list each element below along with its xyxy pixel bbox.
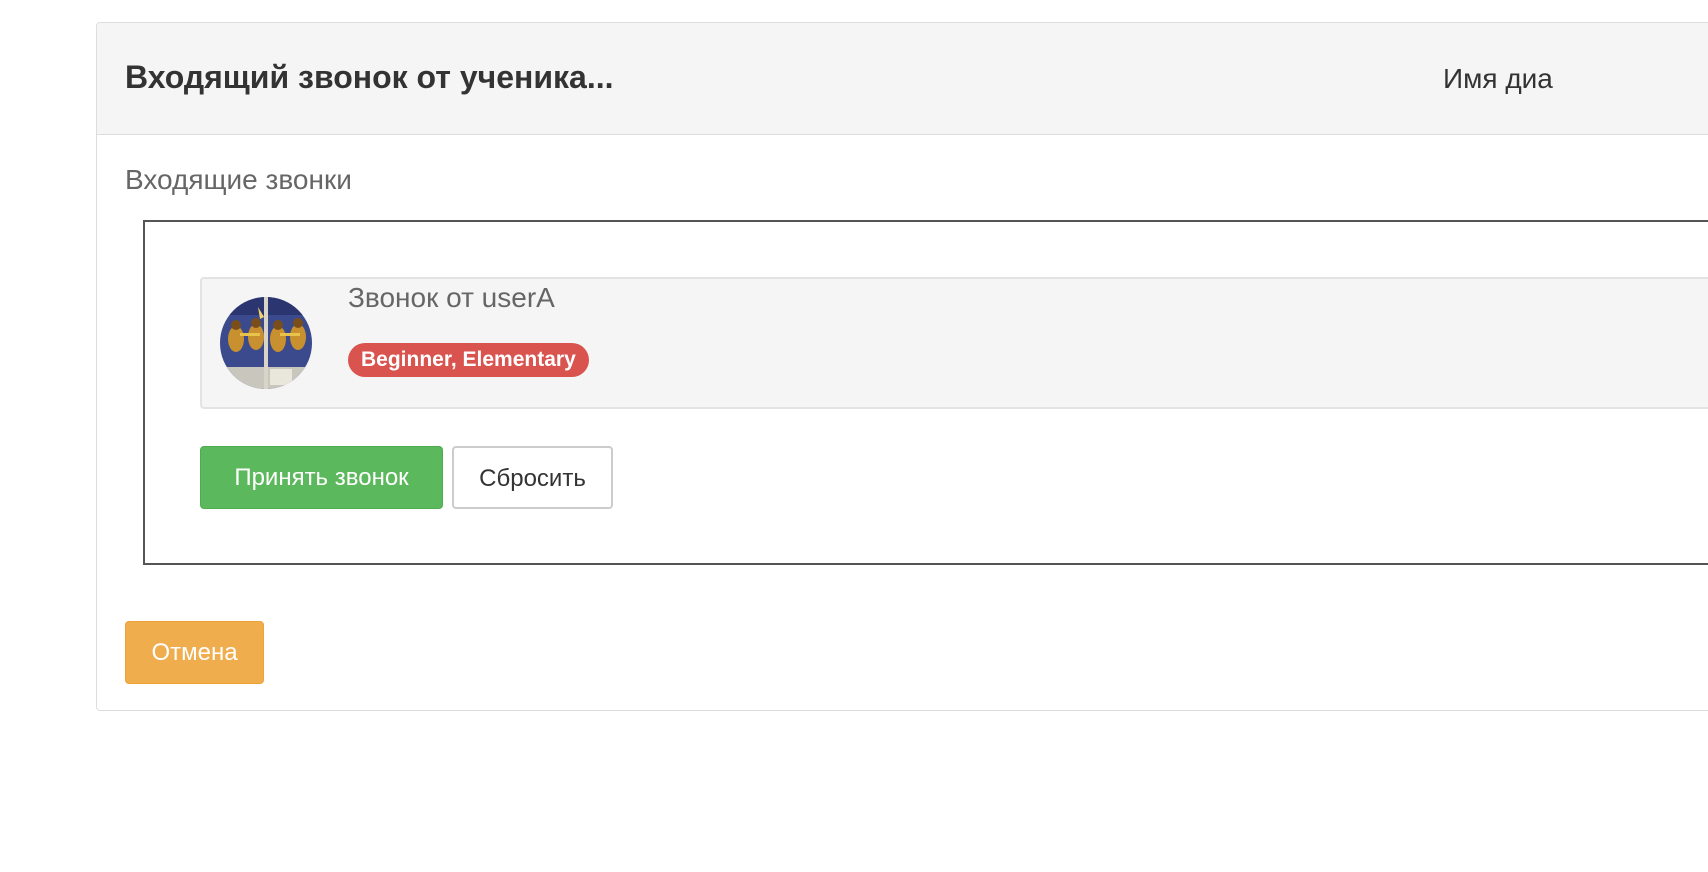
avatar-image bbox=[220, 297, 312, 389]
accept-call-button[interactable]: Принять звонок bbox=[200, 446, 443, 509]
panel-header: Входящий звонок от ученика... Имя диа bbox=[97, 23, 1708, 135]
caller-avatar bbox=[220, 297, 312, 389]
cancel-button[interactable]: Отмена bbox=[125, 621, 264, 684]
panel-title: Входящий звонок от ученика... bbox=[125, 59, 614, 95]
reject-call-button[interactable]: Сбросить bbox=[452, 446, 613, 509]
section-label: Входящие звонки bbox=[125, 164, 352, 195]
caller-name: Звонок от userA bbox=[348, 282, 555, 313]
level-badge: Beginner, Elementary bbox=[348, 343, 589, 377]
dialog-name-label: Имя диа bbox=[1443, 63, 1553, 94]
